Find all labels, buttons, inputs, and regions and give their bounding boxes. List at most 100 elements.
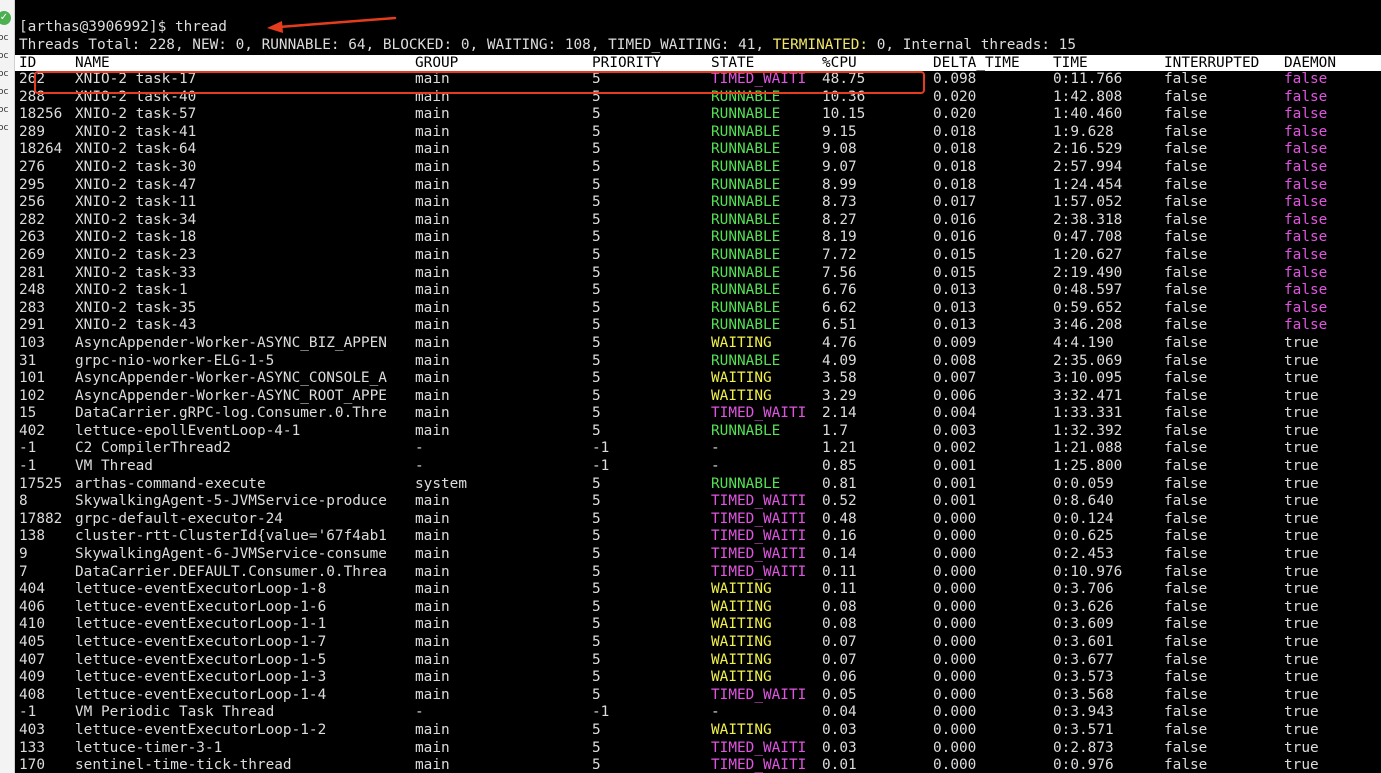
cell-name: grpc-nio-worker-ELG-1-5 <box>75 352 275 369</box>
cell-cpu: 8.27 <box>822 211 857 228</box>
table-row: 263 XNIO-2 task-18 main 5 RUNNABLE 8.19 0.016 0… <box>15 229 1381 247</box>
cell-group: main <box>415 757 450 773</box>
cell-state: - <box>711 458 720 475</box>
cell-state: TIMED_WAITI <box>711 546 807 563</box>
table-row: 133 lettuce-timer-3-1 main 5 TIMED_WAITI 0.03… <box>15 740 1381 758</box>
cell-daemon: false <box>1284 317 1328 334</box>
cell-daemon: true <box>1284 475 1319 492</box>
cell-cpu: 8.73 <box>822 194 857 211</box>
terminal-window[interactable]: [arthas@3906992]$ thread Threads Total: … <box>15 0 1381 773</box>
cell-daemon: true <box>1284 352 1319 369</box>
cell-cpu: 1.7 <box>822 422 848 439</box>
cell-daemon: true <box>1284 528 1319 545</box>
cell-cpu: 6.62 <box>822 299 857 316</box>
cell-delta-time: 0.000 <box>933 651 977 668</box>
cell-group: main <box>415 510 450 527</box>
cell-group: main <box>415 176 450 193</box>
cell-delta-time: 0.018 <box>933 158 977 175</box>
cell-id: 405 <box>19 634 45 650</box>
cell-id: 7 <box>19 563 28 580</box>
cell-name: VM Periodic Task Thread <box>75 704 275 721</box>
cell-cpu: 10.15 <box>822 106 866 123</box>
table-row: 138 cluster-rtt-ClusterId{value='67f4ab1 m… <box>15 528 1381 546</box>
cell-id: 17882 <box>19 510 63 527</box>
cell-group: main <box>415 352 450 369</box>
cell-group: main <box>415 282 450 299</box>
cell-cpu: 0.11 <box>822 581 857 598</box>
cell-id: 406 <box>19 598 45 615</box>
cell-delta-time: 0.018 <box>933 141 977 158</box>
cell-priority: 5 <box>592 721 601 738</box>
cell-group: system <box>415 475 467 492</box>
summary-terminated-label: TERMINATED: <box>772 37 869 53</box>
cell-interrupted: false <box>1164 546 1208 563</box>
cell-delta-time: 0.000 <box>933 616 977 633</box>
cell-cpu: 0.14 <box>822 546 857 563</box>
cell-time: 0:0.625 <box>1053 528 1114 545</box>
cell-interrupted: false <box>1164 334 1208 351</box>
cell-id: 8 <box>19 493 28 510</box>
cell-name: XNIO-2 task-34 <box>75 211 197 228</box>
table-body: 262 XNIO-2 task-17 main 5 TIMED_WAITI 48.75 0.… <box>15 71 1381 773</box>
cell-interrupted: false <box>1164 71 1208 87</box>
cell-time: 1:57.052 <box>1053 194 1123 211</box>
cell-daemon: true <box>1284 370 1319 387</box>
column-header-daemon: DAEMON <box>1284 55 1336 71</box>
cell-delta-time: 0.001 <box>933 493 977 510</box>
cell-interrupted: false <box>1164 634 1208 650</box>
cell-daemon: false <box>1284 141 1328 158</box>
cell-time: 0:47.708 <box>1053 229 1123 246</box>
cell-time: 1:20.627 <box>1053 246 1123 263</box>
cell-daemon: true <box>1284 651 1319 668</box>
cell-delta-time: 0.004 <box>933 405 977 422</box>
cell-time: 0:11.766 <box>1053 71 1123 87</box>
table-row: 405 lettuce-eventExecutorLoop-1-7 main 5 WAI… <box>15 634 1381 652</box>
cell-interrupted: false <box>1164 528 1208 545</box>
cell-time: 1:33.331 <box>1053 405 1123 422</box>
cell-delta-time: 0.016 <box>933 211 977 228</box>
column-header-cpu: %CPU <box>822 55 857 71</box>
cell-cpu: 6.76 <box>822 282 857 299</box>
cell-interrupted: false <box>1164 669 1208 686</box>
cell-group: - <box>415 458 424 475</box>
cell-name: XNIO-2 task-33 <box>75 264 197 281</box>
cell-state: WAITING <box>711 669 772 686</box>
side-label: oc <box>0 51 9 61</box>
cell-state: WAITING <box>711 616 772 633</box>
cell-cpu: 0.04 <box>822 704 857 721</box>
cell-daemon: true <box>1284 405 1319 422</box>
cell-delta-time: 0.000 <box>933 528 977 545</box>
cell-delta-time: 0.000 <box>933 598 977 615</box>
cell-priority: 5 <box>592 563 601 580</box>
cell-name: lettuce-eventExecutorLoop-1-5 <box>75 651 327 668</box>
cell-state: - <box>711 440 720 457</box>
cell-state: RUNNABLE <box>711 352 781 369</box>
cell-time: 0:59.652 <box>1053 299 1123 316</box>
cell-group: main <box>415 634 450 650</box>
cell-daemon: false <box>1284 282 1328 299</box>
cell-cpu: 9.08 <box>822 141 857 158</box>
cell-priority: 5 <box>592 229 601 246</box>
cell-id: 31 <box>19 352 37 369</box>
cell-daemon: true <box>1284 669 1319 686</box>
cell-group: main <box>415 563 450 580</box>
table-row: 410 lettuce-eventExecutorLoop-1-1 main 5 WAI… <box>15 616 1381 634</box>
cell-cpu: 1.21 <box>822 440 857 457</box>
cell-daemon: true <box>1284 440 1319 457</box>
column-header-name: NAME <box>75 55 110 71</box>
cell-state: RUNNABLE <box>711 422 781 439</box>
cell-group: main <box>415 334 450 351</box>
cell-cpu: 0.08 <box>822 598 857 615</box>
cell-name: arthas-command-execute <box>75 475 266 492</box>
cell-interrupted: false <box>1164 317 1208 334</box>
table-row: -1 VM Thread - -1 - 0.85 0.001 1:25.800 false tru… <box>15 458 1381 476</box>
cell-priority: 5 <box>592 581 601 598</box>
cell-name: DataCarrier.DEFAULT.Consumer.0.Threa <box>75 563 387 580</box>
table-row: 281 XNIO-2 task-33 main 5 RUNNABLE 7.56 0.015 2… <box>15 265 1381 283</box>
cell-interrupted: false <box>1164 686 1208 703</box>
cell-group: main <box>415 651 450 668</box>
cell-state: - <box>711 704 720 721</box>
cell-cpu: 2.14 <box>822 405 857 422</box>
cell-time: 0:3.706 <box>1053 581 1114 598</box>
side-label: oc <box>0 69 9 79</box>
